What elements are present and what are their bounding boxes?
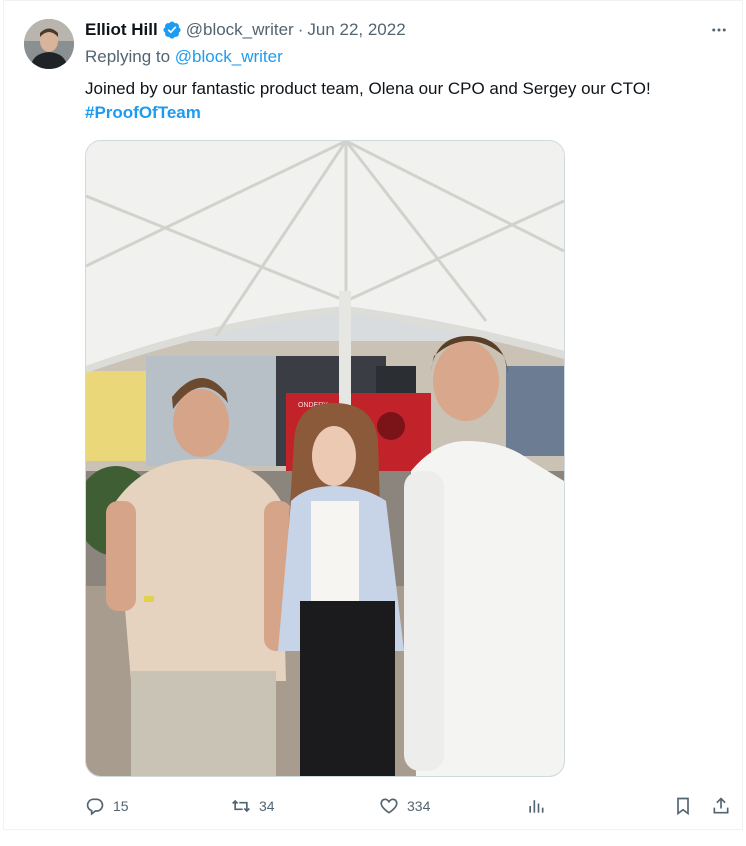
tweet-header: Elliot Hill @block_writer · Jun 22, 2022 [85,17,730,43]
share-button[interactable] [711,793,731,819]
tweet-content: Elliot Hill @block_writer · Jun 22, 2022… [85,17,730,125]
bookmark-button[interactable] [673,793,693,819]
user-handle[interactable]: @block_writer [186,20,294,40]
tweet-actions: 15 34 334 [85,793,730,819]
separator-dot: · [297,20,304,39]
views-icon [529,800,544,813]
hashtag-link[interactable]: #ProofOfTeam [85,101,730,125]
share-icon [713,797,729,814]
retweet-count: 34 [259,798,275,814]
avatar-image [24,19,74,69]
display-name[interactable]: Elliot Hill [85,20,158,40]
tweet-photo[interactable]: ONDERY [85,140,565,777]
replying-to-line: Replying to @block_writer [85,47,730,71]
heart-icon [380,798,398,814]
bookmark-icon [677,797,689,816]
tweet-text: Joined by our fantastic product team, Ol… [85,79,651,98]
tweet-body: Joined by our fantastic product team, Ol… [85,77,730,125]
replying-to-link[interactable]: @block_writer [175,47,283,66]
reply-button[interactable]: 15 [85,793,129,819]
photo-image: ONDERY [86,141,564,776]
tweet-date[interactable]: Jun 22, 2022 [307,20,405,40]
retweet-icon [232,799,250,813]
reply-count: 15 [113,798,129,814]
like-count: 334 [407,798,431,814]
views-button[interactable] [526,793,546,819]
avatar[interactable] [24,19,74,69]
verified-badge-icon [162,20,182,40]
replying-to-label: Replying to [85,47,171,66]
tweet-card[interactable]: Elliot Hill @block_writer · Jun 22, 2022… [3,0,743,830]
more-horizontal-icon[interactable] [708,19,730,41]
like-button[interactable]: 334 [379,793,430,819]
retweet-button[interactable]: 34 [231,793,275,819]
reply-icon [86,798,104,816]
